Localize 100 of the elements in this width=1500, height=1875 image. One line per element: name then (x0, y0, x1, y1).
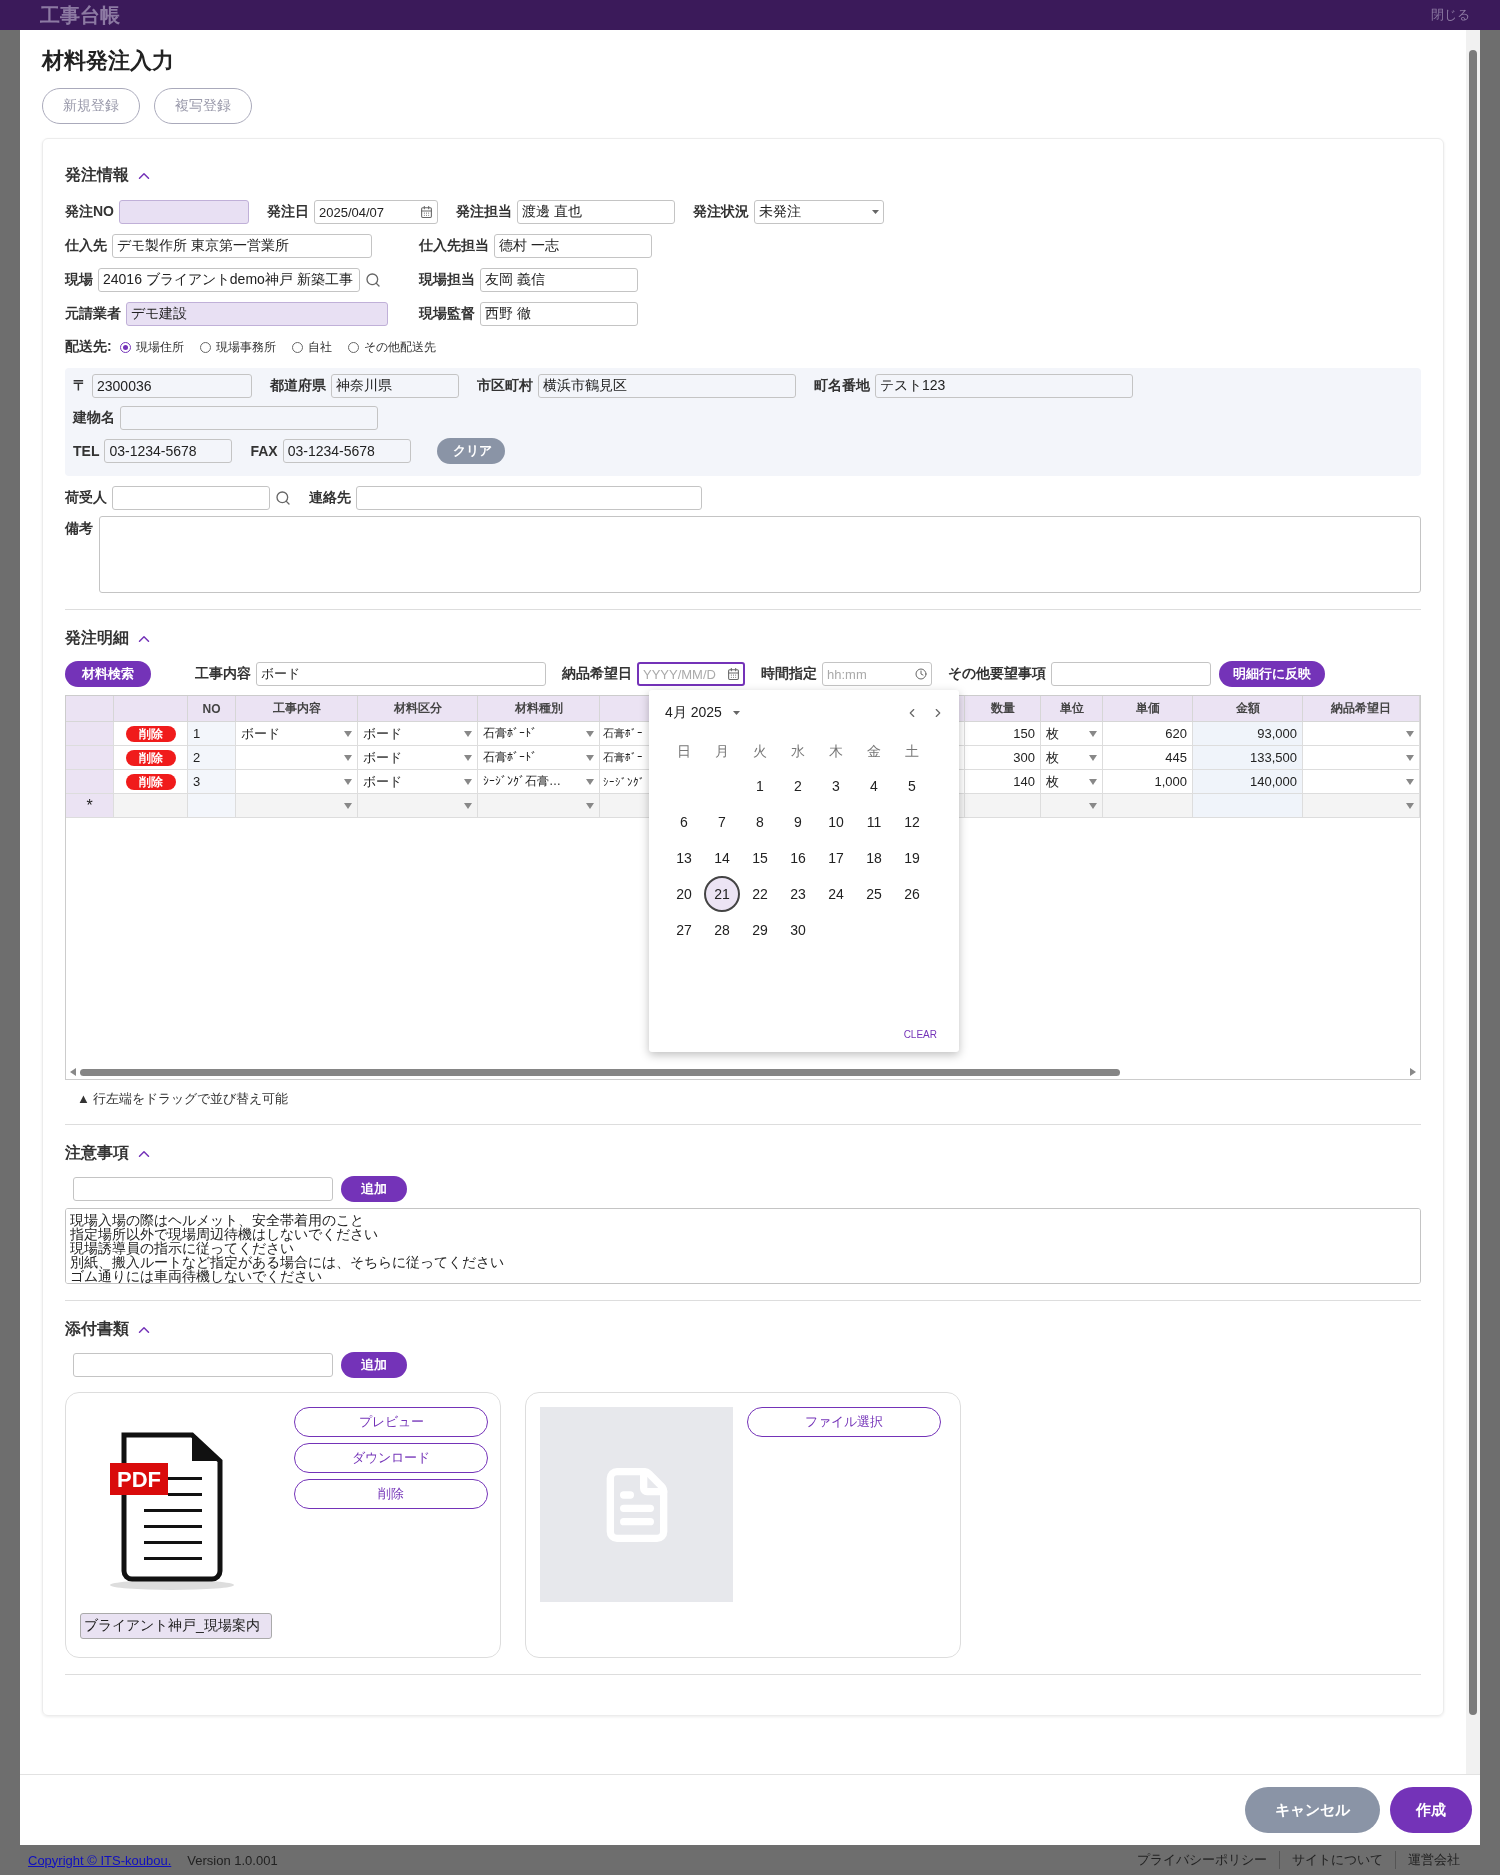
create-button[interactable]: 作成 (1390, 1787, 1472, 1833)
input-field[interactable]: 西野 徹 (480, 302, 638, 326)
file-name-field[interactable]: ブライアント神戸_現場案内 (80, 1613, 272, 1639)
radio-label[interactable]: その他配送先 (363, 338, 436, 356)
calendar-day[interactable]: 13 (666, 840, 702, 876)
input-field[interactable]: 横浜市鶴見区 (538, 374, 796, 398)
input-field[interactable] (119, 200, 249, 224)
action-button[interactable]: ダウンロード (294, 1443, 488, 1473)
apply-button[interactable]: 明細行に反映 (1219, 661, 1325, 687)
dropdown-cell[interactable] (1041, 794, 1103, 818)
calendar-day[interactable]: 30 (780, 912, 816, 948)
dropdown-cell[interactable]: 石膏ﾎﾞｰﾄﾞ (478, 746, 600, 770)
clock-icon[interactable] (915, 668, 927, 680)
input-field[interactable] (120, 406, 378, 430)
input-field[interactable]: デモ建設 (126, 302, 388, 326)
calendar-day[interactable]: 9 (780, 804, 816, 840)
input-field[interactable] (73, 1177, 333, 1201)
calendar-day[interactable]: 19 (894, 840, 930, 876)
calendar-day[interactable]: 15 (742, 840, 778, 876)
scroll-left-icon[interactable] (70, 1068, 76, 1076)
calendar-day[interactable]: 23 (780, 876, 816, 912)
calendar-day[interactable]: 6 (666, 804, 702, 840)
calendar-day[interactable]: 10 (818, 804, 854, 840)
vertical-scrollbar[interactable] (1466, 30, 1480, 1774)
calendar-day[interactable]: 27 (666, 912, 702, 948)
dropdown-cell[interactable]: 枚 (1041, 722, 1103, 746)
calendar-icon[interactable] (420, 205, 433, 219)
date-field[interactable]: YYYY/MM/D (637, 662, 745, 686)
input-field[interactable]: 24016 ブライアントdemo神戸 新築工事 (98, 268, 360, 292)
input-field[interactable]: ボード (256, 662, 546, 686)
calendar-day[interactable]: 20 (666, 876, 702, 912)
calendar-day[interactable]: 17 (818, 840, 854, 876)
calendar-day[interactable]: 22 (742, 876, 778, 912)
calendar-day[interactable]: 29 (742, 912, 778, 948)
calendar-day[interactable]: 28 (704, 912, 740, 948)
input-field[interactable]: テスト123 (875, 374, 1133, 398)
input-field[interactable]: 渡邊 直也 (517, 200, 675, 224)
dropdown-cell[interactable] (1303, 746, 1420, 770)
add-button[interactable]: 追加 (341, 1176, 407, 1202)
input-field[interactable] (112, 486, 270, 510)
radio-label[interactable]: 現場住所 (135, 338, 184, 356)
radio-label[interactable]: 自社 (307, 338, 332, 356)
calendar-day[interactable]: 16 (780, 840, 816, 876)
dropdown-cell[interactable] (358, 794, 478, 818)
dropdown-cell[interactable] (478, 794, 600, 818)
dropdown-cell[interactable]: ｼｰｼﾞﾝｸﾞ石膏… (478, 770, 600, 794)
dropdown-cell[interactable]: ボード (358, 770, 478, 794)
calendar-day[interactable]: 7 (704, 804, 740, 840)
dropdown-cell[interactable] (236, 794, 358, 818)
calendar-day[interactable]: 11 (856, 804, 892, 840)
row-handle[interactable] (66, 770, 114, 794)
calendar-day[interactable]: 8 (742, 804, 778, 840)
search-icon[interactable] (365, 272, 381, 288)
clear-button[interactable]: CLEAR (895, 1027, 945, 1042)
calendar-day[interactable]: 24 (818, 876, 854, 912)
remarks-field[interactable] (99, 516, 1421, 593)
calendar-day[interactable]: 25 (856, 876, 892, 912)
input-field[interactable]: 神奈川県 (331, 374, 459, 398)
input-field[interactable] (356, 486, 702, 510)
select-field[interactable]: 未発注 (754, 200, 884, 224)
dropdown-cell[interactable]: 枚 (1041, 746, 1103, 770)
date-field[interactable]: 2025/04/07 (314, 200, 438, 224)
delete-button[interactable]: 削除 (125, 725, 176, 742)
delete-button[interactable]: 削除 (125, 749, 176, 766)
search-icon[interactable] (275, 490, 291, 506)
input-field[interactable]: 03-1234-5678 (104, 439, 233, 463)
dropdown-cell[interactable] (1303, 770, 1420, 794)
action-button[interactable]: プレビュー (294, 1407, 488, 1437)
notes-field[interactable]: 現場入場の際はヘルメット、安全帯着用のこと 指定場所以外で現場周辺待機はしないでください 現場誘導員の指示に従ってください 別紙、搬入ルートなど指定がある場合には、そちらに従ってください ゴム通りには車両待機しないでください (65, 1208, 1421, 1284)
calendar-day[interactable]: 21 (704, 876, 740, 912)
calendar-day[interactable]: 18 (856, 840, 892, 876)
row-handle[interactable] (66, 722, 114, 746)
input-field[interactable]: 03-1234-5678 (282, 439, 411, 463)
calendar-day[interactable]: 12 (894, 804, 930, 840)
row-handle[interactable] (66, 746, 114, 770)
action-button[interactable]: 削除 (294, 1479, 488, 1509)
input-field[interactable]: デモ製作所 東京第一営業所 (112, 234, 372, 258)
dropdown-cell[interactable] (1303, 794, 1420, 818)
calendar-day[interactable]: 26 (894, 876, 930, 912)
add-button[interactable]: 追加 (341, 1352, 407, 1378)
input-field[interactable]: 友岡 義信 (480, 268, 638, 292)
scroll-right-icon[interactable] (1410, 1068, 1416, 1076)
time-field[interactable]: hh:mm (822, 662, 932, 686)
dropdown-cell[interactable] (1303, 722, 1420, 746)
close-link[interactable]: 閉じる (1431, 6, 1470, 24)
dropdown-cell[interactable]: 枚 (1041, 770, 1103, 794)
dropdown-cell[interactable]: 石膏ﾎﾞｰﾄﾞ (478, 722, 600, 746)
dropdown-cell[interactable]: ボード (358, 746, 478, 770)
dropdown-cell[interactable] (236, 770, 358, 794)
dropdown-cell[interactable] (236, 746, 358, 770)
file-select-button[interactable]: ファイル選択 (747, 1407, 941, 1437)
caret-icon[interactable] (732, 711, 740, 715)
input-field[interactable] (73, 1353, 333, 1377)
month-label[interactable]: 4月 2025 (665, 704, 722, 722)
input-field[interactable]: 2300036 (92, 374, 252, 398)
calendar-icon[interactable] (727, 667, 740, 681)
radio-label[interactable]: 現場事務所 (215, 338, 276, 356)
dropdown-cell[interactable]: ボード (358, 722, 478, 746)
dropdown-cell[interactable]: ボード (236, 722, 358, 746)
input-field[interactable] (1051, 662, 1211, 686)
